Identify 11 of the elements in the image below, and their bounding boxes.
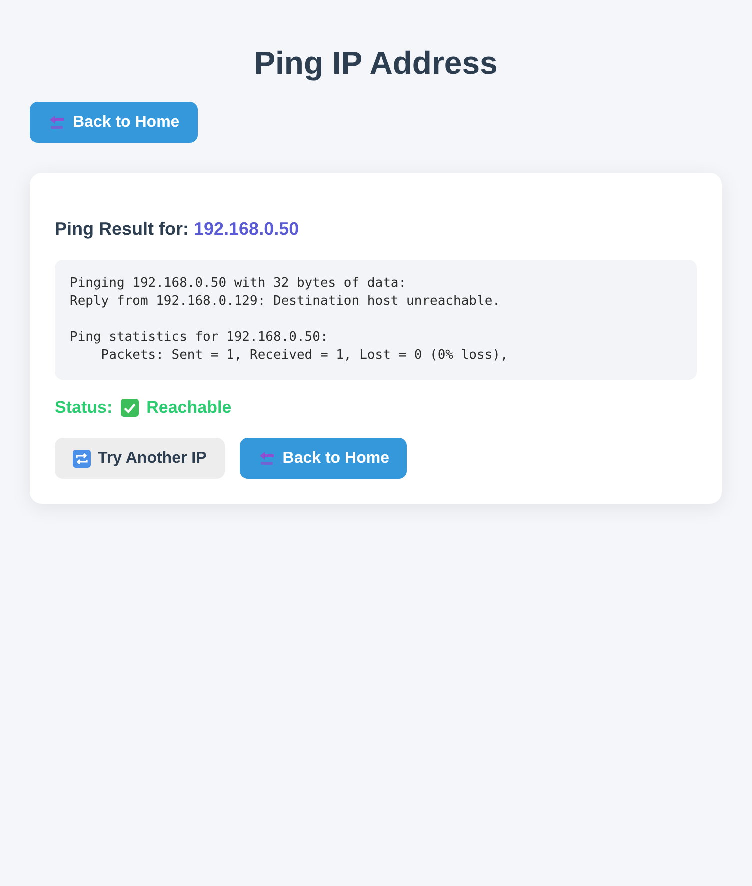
ping-output: Pinging 192.168.0.50 with 32 bytes of data: Reply from 192.168.0.129: Destination host unreachable. Ping statistics for 192.168.0.50: Packets: Sent = 1, Received = 1, Lost = 0 (0% loss), <box>55 260 697 380</box>
try-another-button[interactable]: Try Another IP <box>55 438 225 479</box>
back-to-home-button[interactable]: Back to Home <box>240 438 408 479</box>
back-to-home-button[interactable]: Back to Home <box>30 102 198 143</box>
repeat-icon <box>73 450 91 468</box>
status-label: Status: <box>55 398 113 418</box>
result-heading: Ping Result for: 192.168.0.50 <box>55 218 300 240</box>
left-arrow-icon <box>258 450 276 468</box>
page-title: Ping IP Address <box>253 44 499 82</box>
status-value: Reachable <box>146 398 232 418</box>
left-arrow-icon <box>48 114 66 132</box>
